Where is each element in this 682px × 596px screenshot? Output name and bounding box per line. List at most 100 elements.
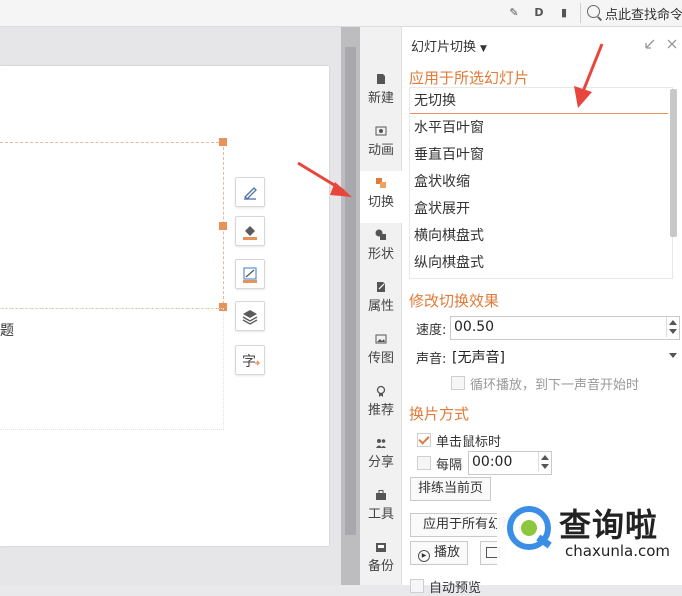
tab-transition[interactable]: 切换	[360, 171, 402, 223]
upload-image-icon	[375, 334, 387, 344]
tab-recommend[interactable]: 推荐	[360, 379, 402, 431]
tab-label: 传图	[367, 351, 394, 366]
svg-text:字: 字	[242, 354, 256, 370]
list-item[interactable]: 纵向棋盘式	[410, 250, 668, 276]
list-scrollbar[interactable]	[670, 89, 677, 237]
tab-backup[interactable]: 备份	[360, 535, 402, 587]
comment-icon[interactable]: ▮	[557, 6, 571, 20]
tab-share[interactable]: 分享	[360, 431, 402, 483]
list-item[interactable]: 水平百叶窗	[410, 115, 668, 141]
chevron-down-icon	[669, 353, 677, 358]
scrollbar-thumb[interactable]	[345, 47, 356, 535]
property-icon	[377, 282, 385, 292]
section-advance-title: 换片方式	[409, 405, 470, 423]
animation-icon	[375, 126, 387, 136]
top-toolbar: ✎ D ▮ 点此查找命令	[0, 0, 682, 27]
content-placeholder[interactable]	[0, 308, 224, 430]
resize-handle[interactable]	[219, 222, 227, 230]
every-time-stepper[interactable]: 00:00	[468, 451, 552, 475]
tab-label: 备份	[367, 559, 394, 574]
search-icon	[587, 5, 600, 18]
shape-icon	[375, 229, 386, 240]
watermark-domain: chaxunla.com	[565, 542, 670, 560]
edit-shape-icon	[244, 187, 257, 200]
layers-button[interactable]	[235, 301, 265, 331]
list-item[interactable]: 无切换	[410, 88, 668, 114]
slide-workarea: 题 字	[0, 27, 341, 585]
tab-label: 属性	[367, 299, 394, 314]
tab-label: 新建	[367, 91, 394, 106]
list-item[interactable]: 横向棋盘式	[410, 223, 668, 249]
on-click-label: 单击鼠标时	[436, 435, 502, 450]
speed-value: 00.50	[454, 319, 495, 335]
close-icon[interactable]	[666, 38, 678, 50]
stepper-arrows-icon[interactable]	[666, 317, 679, 337]
loop-label: 循环播放，到下一声音开始时	[470, 378, 640, 393]
annotation-arrow	[574, 43, 604, 108]
every-checkbox[interactable]	[417, 456, 431, 470]
tab-label: 切换	[367, 195, 394, 210]
every-time-value: 00:00	[472, 454, 513, 470]
tab-label: 推荐	[367, 403, 394, 418]
text-effect-icon: 字	[242, 354, 260, 370]
recommend-icon	[376, 385, 386, 397]
d-icon[interactable]: D	[532, 6, 546, 20]
rehearse-button[interactable]: 排练当前页	[410, 477, 492, 501]
tab-toolbox[interactable]: 工具	[360, 483, 402, 535]
line-color-icon	[243, 267, 257, 283]
tab-label: 形状	[367, 247, 394, 262]
magnifier-logo-icon	[507, 506, 551, 550]
list-item[interactable]: 盒状收缩	[410, 169, 668, 195]
title-placeholder[interactable]	[0, 142, 224, 309]
transition-list[interactable]: 无切换 水平百叶窗 垂直百叶窗 盒状收缩 盒状展开 横向棋盘式 纵向棋盘式	[409, 87, 673, 279]
watermark-brand: 查询啦	[559, 506, 659, 544]
panel-title-text: 幻灯片切换	[411, 40, 477, 55]
sound-select[interactable]: [无声音]	[452, 345, 677, 367]
share-icon	[376, 439, 386, 448]
section-apply-title: 应用于所选幻灯片	[409, 69, 530, 87]
tab-label: 动画	[367, 143, 394, 158]
toolbox-icon	[376, 490, 386, 500]
list-item[interactable]: 垂直百叶窗	[410, 142, 668, 168]
dock-icon[interactable]	[644, 38, 656, 50]
layers-icon	[242, 310, 258, 325]
command-search-label: 点此查找命令	[605, 8, 682, 23]
fill-button[interactable]	[235, 216, 265, 246]
tab-label: 工具	[367, 507, 394, 522]
stepper-arrows-icon[interactable]	[538, 452, 551, 472]
tab-new[interactable]: 新建	[360, 67, 402, 119]
edit-shape-button[interactable]	[235, 177, 265, 207]
autopreview-checkbox[interactable]	[410, 579, 424, 593]
loop-checkbox[interactable]	[451, 376, 465, 390]
play-button[interactable]: ▶ 播放	[410, 541, 468, 565]
chevron-down-icon: ▼	[480, 44, 487, 54]
play-icon: ▶	[418, 550, 430, 562]
on-click-checkbox[interactable]	[417, 433, 431, 447]
tab-label: 分享	[367, 455, 394, 470]
watermark-logo: 查询啦 chaxunla.com	[497, 492, 682, 585]
tab-shape[interactable]: 形状	[360, 223, 402, 275]
backup-icon	[376, 543, 386, 552]
resize-handle[interactable]	[219, 138, 227, 146]
tab-property[interactable]: 属性	[360, 275, 402, 327]
tab-animation[interactable]: 动画	[360, 119, 402, 171]
command-search[interactable]: 点此查找命令	[580, 3, 682, 23]
every-label: 每隔	[436, 458, 463, 473]
tool-icon[interactable]: ✎	[507, 6, 521, 20]
tab-upload-image[interactable]: 传图	[360, 327, 402, 379]
autopreview-label: 自动预览	[429, 581, 482, 596]
side-tab-bar: 新建 动画 切换 形状 属性 传图 推荐 分享 工具 备份	[360, 27, 402, 585]
fill-icon	[243, 226, 257, 240]
line-color-button[interactable]	[235, 259, 265, 289]
slide-canvas[interactable]: 题 字	[0, 66, 329, 546]
slide-text-fragment: 题	[0, 323, 14, 339]
speed-label: 速度:	[416, 323, 447, 338]
text-effect-button[interactable]: 字	[235, 345, 265, 375]
workarea-scrollbar[interactable]	[341, 27, 360, 585]
list-item[interactable]: 盒状展开	[410, 196, 668, 222]
panel-title[interactable]: 幻灯片切换 ▼	[411, 36, 487, 55]
transition-icon	[376, 178, 386, 188]
speed-stepper[interactable]: 00.50	[450, 316, 680, 340]
section-modify-title: 修改切换效果	[409, 292, 500, 310]
sound-value: [无声音]	[452, 350, 505, 366]
